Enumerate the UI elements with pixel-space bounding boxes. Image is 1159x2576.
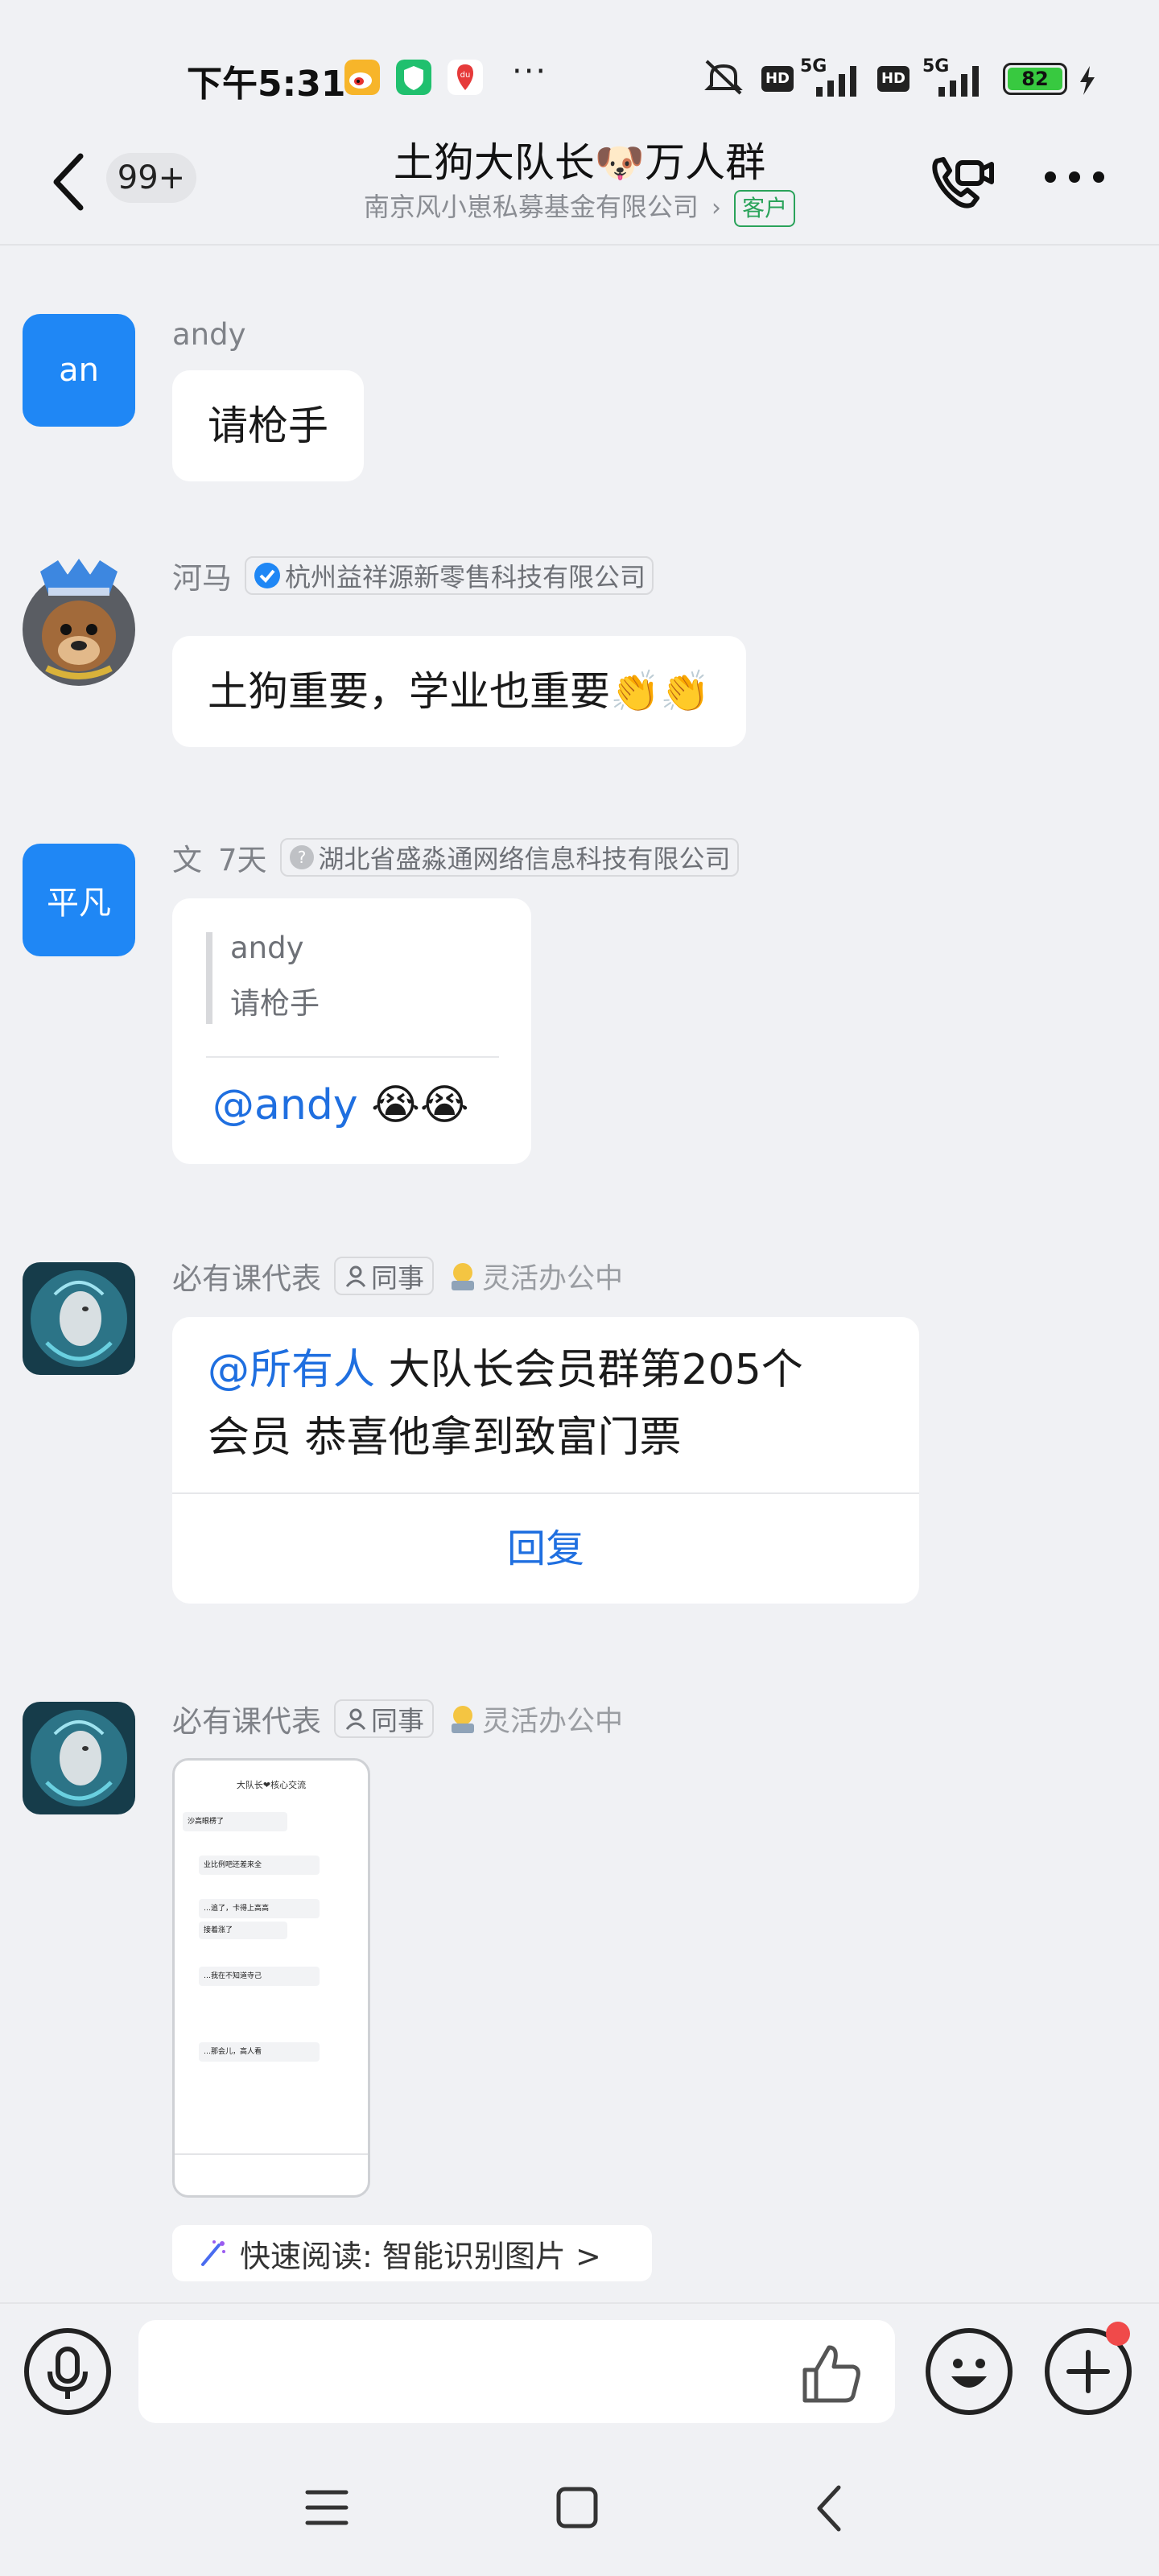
avatar[interactable] [23, 555, 143, 692]
quote-text: 请枪手 [230, 986, 320, 1021]
magic-wand-icon [201, 2240, 225, 2266]
message-time: 7天 [218, 843, 267, 877]
microphone-icon [47, 2347, 88, 2399]
verified-badge-icon [254, 563, 280, 588]
emoji-text: 😭😭 [371, 1081, 469, 1129]
message-bubble[interactable]: 请枪手 [172, 370, 364, 481]
message-item: an andy 请枪手 [0, 314, 1159, 483]
quick-read-label: 快速阅读: 智能识别图片 > [240, 2238, 601, 2274]
call-video-icon[interactable] [926, 145, 998, 217]
svg-text:?: ? [297, 848, 306, 867]
charging-icon [1080, 66, 1095, 95]
org-tag[interactable]: ? 湖北省盛淼通网络信息科技有限公司 [279, 838, 739, 877]
smiley-icon [951, 2359, 987, 2388]
quote-sender: andy [230, 931, 304, 965]
thumbnail-input-divider [175, 2153, 368, 2155]
mention-link[interactable]: @andy [212, 1081, 358, 1129]
quote-divider [206, 1056, 499, 1058]
message-item: 平凡 文 7天 ? 湖北省盛淼通网络信息科技有限公司 andy 请枪手 @and… [0, 837, 1159, 1175]
system-nav-bar [0, 2441, 1159, 2576]
colleague-tag: 同事 [334, 1257, 434, 1295]
mention-all-link[interactable]: @所有人 [208, 1346, 375, 1394]
home-square-icon[interactable] [555, 2486, 599, 2529]
message-item: 必有课代表 同事 灵活办公中 @所有人 大队长会员群第205个 会员 恭喜他拿到… [0, 1256, 1159, 1610]
signal-icon-1 [816, 66, 856, 97]
hd-badge-2: HD [877, 66, 909, 92]
security-app-icon [396, 60, 431, 95]
person-icon [345, 1708, 366, 1730]
menu-icon[interactable] [304, 2487, 349, 2528]
input-bar [0, 2302, 1159, 2441]
work-status: 灵活办公中 [447, 1256, 623, 1297]
avatar[interactable]: an [23, 314, 135, 427]
battery-icon: 82 [1003, 63, 1067, 95]
sender-name[interactable]: 必有课代表 [172, 1254, 321, 1298]
voice-button[interactable] [24, 2328, 111, 2415]
avatar[interactable] [23, 1702, 135, 1814]
sender-name[interactable]: 必有课代表 [172, 1697, 321, 1740]
quick-read-button[interactable]: 快速阅读: 智能识别图片 > [172, 2225, 652, 2281]
message-item: 河马 杭州益祥源新零售科技有限公司 土狗重要，学业也重要👏👏 [0, 555, 1159, 757]
unverified-badge-icon: ? [289, 845, 314, 869]
person-icon [345, 1265, 366, 1287]
silent-bell-icon [704, 60, 743, 95]
chevron-right-icon: › [711, 194, 721, 222]
thumbnail-chat-lines: 沙高眼楞了 业比例吧还差来全 …追了，卡得上高高 接着涨了 …我在不知道寺己 …… [183, 1807, 352, 2145]
message-meta: 河马 杭州益祥源新零售科技有限公司 [172, 555, 654, 596]
reply-button[interactable]: 回复 [172, 1494, 919, 1604]
reply-content: @andy 😭😭 [212, 1075, 469, 1135]
emoji-button[interactable] [926, 2328, 1013, 2415]
weibo-icon [344, 60, 380, 95]
svg-text:du: du [460, 71, 471, 80]
signal-icon-2 [938, 66, 979, 97]
avatar[interactable]: 平凡 [23, 844, 135, 956]
colleague-tag: 同事 [334, 1699, 434, 1738]
sender-name[interactable]: 河马 [172, 554, 232, 597]
notification-dot [1106, 2322, 1130, 2346]
thumbnail-title: 大队长❤核心交流 [236, 1780, 307, 1790]
sender-name[interactable]: 文 [172, 836, 202, 879]
announcement-text: @所有人 大队长会员群第205个 会员 恭喜他拿到致富门票 [208, 1346, 803, 1462]
thumbs-up-icon[interactable] [797, 2341, 864, 2405]
work-status: 灵活办公中 [447, 1699, 623, 1740]
customer-tag: 客户 [734, 190, 796, 227]
message-meta: 必有课代表 同事 灵活办公中 [172, 1699, 623, 1739]
group-company: 南京风小崽私募基金有限公司 [363, 192, 699, 222]
message-bubble[interactable]: 土狗重要，学业也重要👏👏 [172, 636, 746, 747]
message-meta: andy [172, 314, 246, 354]
status-time: 下午5:31 [187, 64, 346, 105]
more-options-icon[interactable] [1038, 161, 1111, 193]
message-input[interactable] [138, 2320, 895, 2423]
message-item: 必有课代表 同事 灵活办公中 大队长❤核心交流 沙高眼楞了 业比例吧还差来全 …… [0, 1699, 1159, 2294]
sender-name[interactable]: andy [172, 317, 246, 352]
status-more-icon: ··· [512, 53, 548, 90]
org-name: 杭州益祥源新零售科技有限公司 [285, 562, 646, 592]
nav-back-icon[interactable] [813, 2484, 845, 2533]
battery-level: 82 [1008, 68, 1062, 90]
message-meta: 必有课代表 同事 灵活办公中 [172, 1256, 623, 1296]
chat-header: 99+ 土狗大队长🐶万人群 南京风小崽私募基金有限公司 › 客户 [0, 121, 1159, 246]
office-status-icon [452, 1706, 474, 1733]
office-status-icon [452, 1263, 474, 1290]
org-tag[interactable]: 杭州益祥源新零售科技有限公司 [245, 556, 654, 595]
image-message-thumbnail[interactable]: 大队长❤核心交流 沙高眼楞了 业比例吧还差来全 …追了，卡得上高高 接着涨了 …… [172, 1758, 370, 2198]
message-meta: 文 7天 ? 湖北省盛淼通网络信息科技有限公司 [172, 837, 739, 877]
map-app-icon: du [448, 60, 483, 95]
org-name: 湖北省盛淼通网络信息科技有限公司 [318, 844, 731, 874]
avatar[interactable] [23, 1262, 135, 1375]
quote-bar [206, 932, 212, 1024]
hd-badge-1: HD [761, 66, 794, 92]
